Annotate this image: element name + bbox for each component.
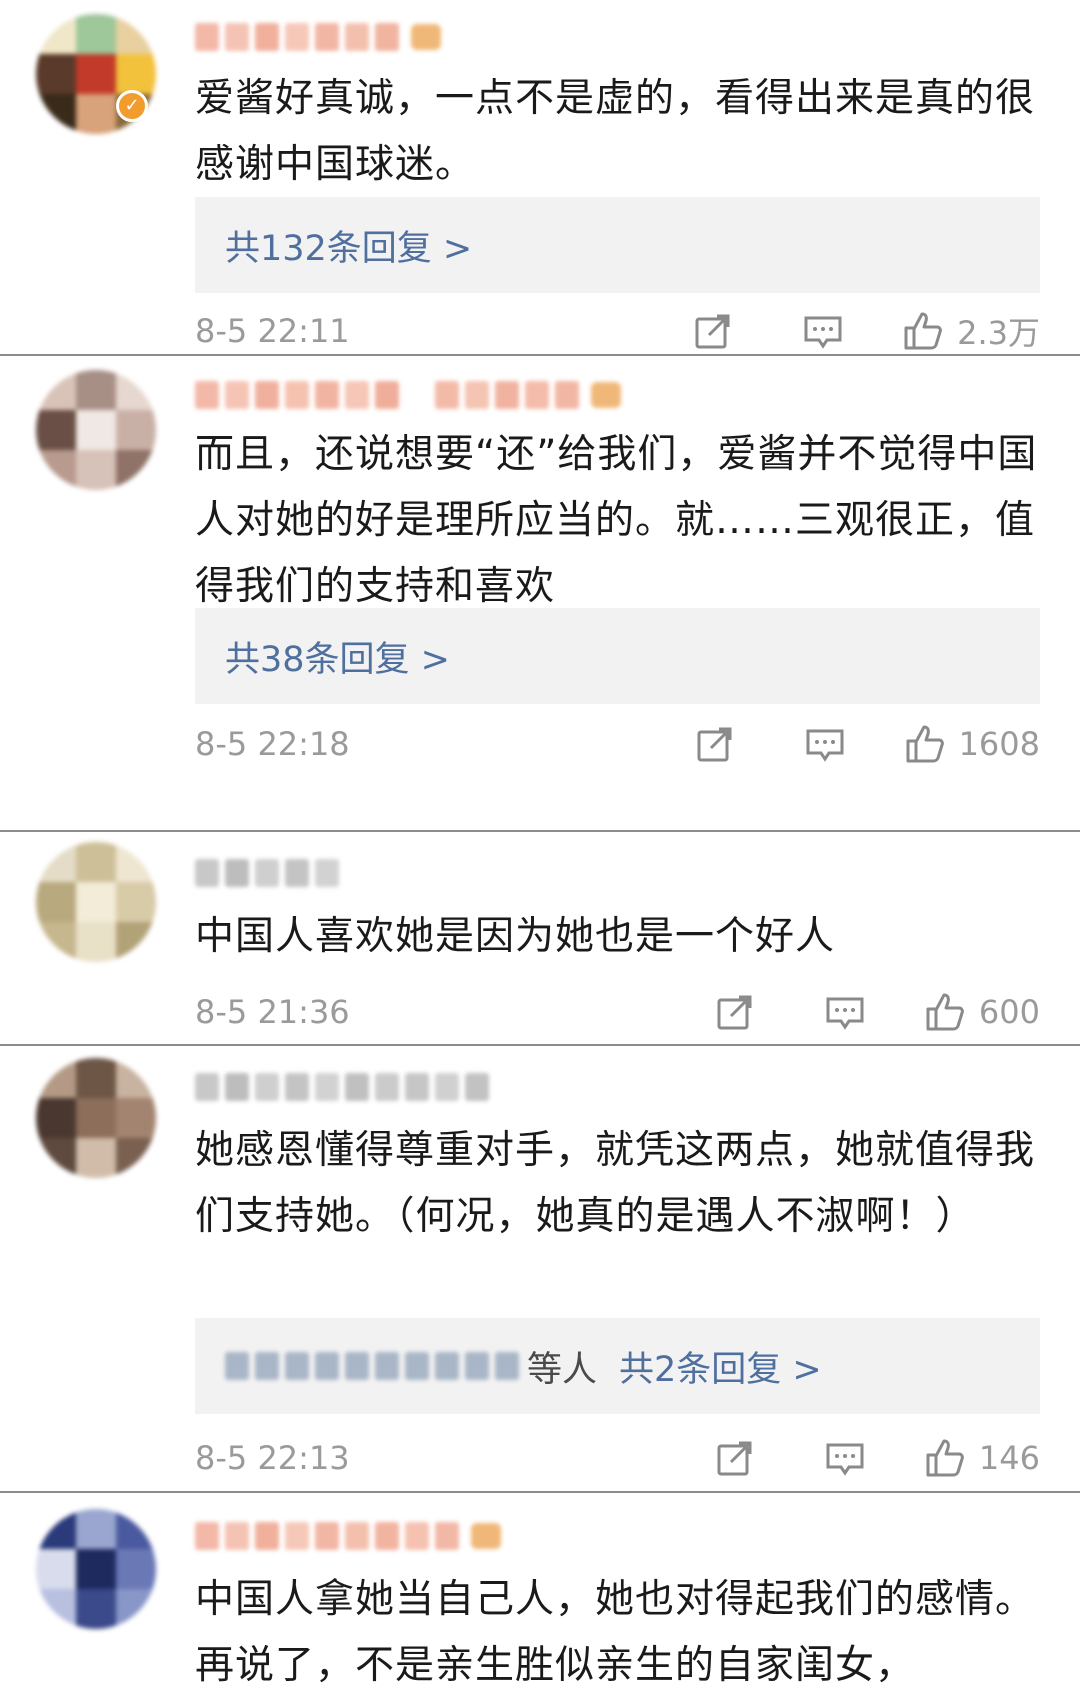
comment-meta: 8-5 22:18 1608 [195, 720, 1040, 768]
reply-count-link[interactable]: 共132条回复 > [225, 220, 472, 271]
reply-summary-button[interactable]: 共132条回复 > [195, 197, 1040, 293]
avatar[interactable] [36, 1058, 156, 1178]
verified-badge-icon: ✓ [116, 90, 148, 122]
reply-count-link[interactable]: 共2条回复 > [619, 1341, 822, 1392]
username[interactable] [195, 18, 441, 56]
timestamp: 8-5 21:36 [195, 993, 350, 1031]
comment-item: 中国人拿她当自己人，她也对得起我们的感情。再说了，不是亲生胜似亲生的自家闺女， [0, 1493, 1080, 1693]
comment-item: 她感恩懂得尊重对手，就凭这两点，她就值得我们支持她。（何况，她真的是遇人不淑啊！… [0, 1046, 1080, 1492]
thumbs-up-icon[interactable] [903, 311, 943, 351]
share-icon[interactable] [693, 311, 733, 351]
thumbs-up-icon[interactable] [905, 724, 945, 764]
comment-text: 她感恩懂得尊重对手，就凭这两点，她就值得我们支持她。（何况，她真的是遇人不淑啊！… [195, 1128, 1036, 1239]
comment-meta: 8-5 22:11 2.3万 [195, 307, 1040, 355]
timestamp: 8-5 22:18 [195, 725, 350, 763]
reply-others-label: 等人 [527, 1349, 598, 1390]
reply-summary-button[interactable]: 共38条回复 > [195, 608, 1040, 704]
comment-text: 而且，还说想要“还”给我们，爱酱并不觉得中国人对她的好是理所应当的。就……三观很… [195, 432, 1038, 609]
comment-text: 爱酱好真诚，一点不是虚的，看得出来是真的很感谢中国球迷。 [195, 76, 1036, 187]
comment-icon[interactable] [805, 724, 845, 764]
comment-item: 中国人喜欢她是因为她也是一个好人 8-5 21:36 600 [0, 832, 1080, 1044]
like-count: 600 [978, 993, 1040, 1031]
share-icon[interactable] [715, 1438, 755, 1478]
like-count: 1608 [958, 725, 1040, 763]
comment-text: 中国人喜欢她是因为她也是一个好人 [195, 914, 836, 959]
comment-text: 中国人拿她当自己人，她也对得起我们的感情。再说了，不是亲生胜似亲生的自家闺女， [195, 1577, 1036, 1688]
comment-icon[interactable] [825, 992, 865, 1032]
like-count: 146 [978, 1439, 1040, 1477]
timestamp: 8-5 22:11 [195, 312, 350, 350]
share-icon[interactable] [715, 992, 755, 1032]
username[interactable] [195, 376, 621, 414]
reply-usernames[interactable] [225, 1352, 519, 1380]
comment-icon[interactable] [825, 1438, 865, 1478]
timestamp: 8-5 22:13 [195, 1439, 350, 1477]
reply-summary-button[interactable]: 等人 共2条回复 > [195, 1318, 1040, 1414]
comment-icon[interactable] [803, 311, 843, 351]
comment-item: ✓ 爱酱好真诚，一点不是虚的，看得出来是真的很感谢中国球迷。 共132条回复 >… [0, 0, 1080, 356]
username[interactable] [195, 1068, 489, 1106]
like-count: 2.3万 [957, 314, 1040, 352]
thumbs-up-icon[interactable] [925, 1438, 965, 1478]
vip-badge-icon [591, 382, 621, 408]
avatar[interactable] [36, 370, 156, 490]
comment-feed: ✓ 爱酱好真诚，一点不是虚的，看得出来是真的很感谢中国球迷。 共132条回复 >… [0, 0, 1080, 1693]
comment-item: 而且，还说想要“还”给我们，爱酱并不觉得中国人对她的好是理所应当的。就……三观很… [0, 356, 1080, 770]
share-icon[interactable] [695, 724, 735, 764]
comment-meta: 8-5 22:13 146 [195, 1434, 1040, 1482]
username[interactable] [195, 854, 339, 892]
reply-count-link[interactable]: 共38条回复 > [225, 631, 450, 682]
avatar[interactable] [36, 1509, 156, 1629]
vip-badge-icon [471, 1523, 501, 1549]
vip-badge-icon [411, 24, 441, 50]
avatar[interactable] [36, 842, 156, 962]
thumbs-up-icon[interactable] [925, 992, 965, 1032]
comment-meta: 8-5 21:36 600 [195, 988, 1040, 1036]
username[interactable] [195, 1517, 501, 1555]
